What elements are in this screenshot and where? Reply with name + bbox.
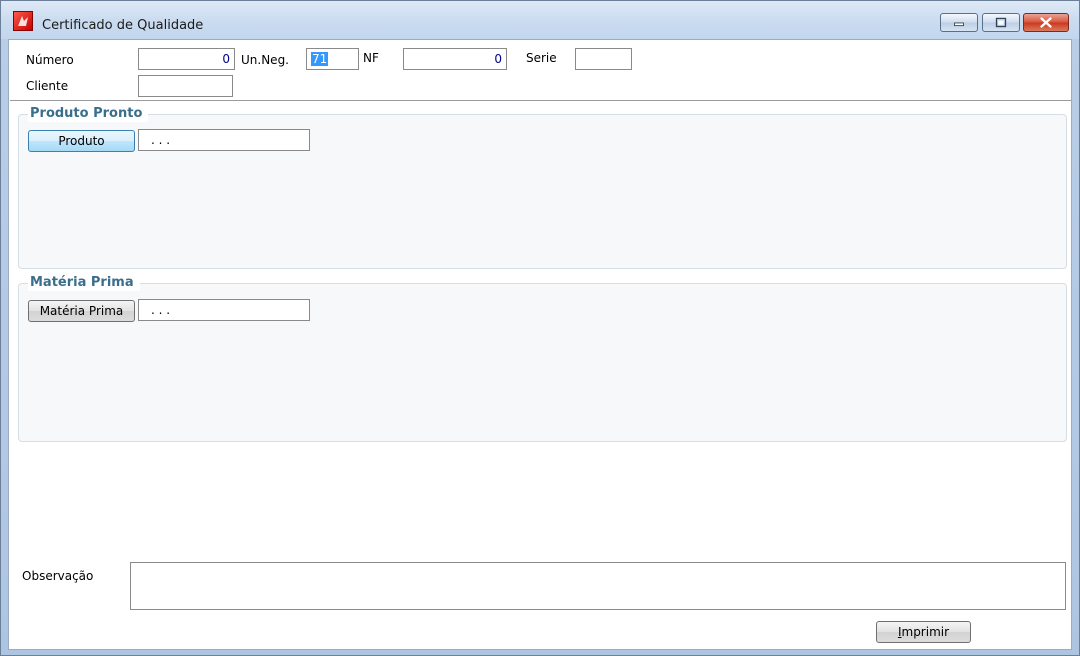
unneg-label: Un.Neg. (241, 53, 289, 67)
produto-field[interactable]: . . . (138, 129, 310, 151)
observacao-label: Observação (22, 569, 94, 583)
materia-prima-title: Matéria Prima (28, 275, 140, 291)
app-icon (13, 11, 33, 31)
serie-label: Serie (526, 51, 557, 65)
title-bar[interactable]: Certificado de Qualidade (1, 1, 1079, 39)
close-button[interactable] (1023, 13, 1069, 32)
produto-button[interactable]: Produto (28, 130, 135, 152)
produto-pronto-title: Produto Pronto (28, 106, 149, 122)
unneg-value: 71 (311, 52, 329, 66)
header-divider (10, 100, 1071, 101)
maximize-icon (995, 17, 1007, 28)
nf-field[interactable]: 0 (403, 48, 507, 70)
materia-prima-field[interactable]: . . . (138, 299, 310, 321)
cliente-label: Cliente (26, 79, 69, 93)
close-icon (1040, 17, 1052, 28)
imprimir-label-rest: mprimir (901, 625, 950, 639)
nf-label: NF (363, 51, 379, 65)
window-title: Certificado de Qualidade (42, 18, 204, 33)
imprimir-button[interactable]: Imprimir (876, 621, 971, 643)
observacao-field[interactable] (130, 562, 1066, 610)
materia-prima-button[interactable]: Matéria Prima (28, 300, 135, 322)
cliente-field[interactable] (138, 75, 233, 97)
maximize-button[interactable] (982, 13, 1020, 32)
numero-label: Número (26, 53, 74, 67)
minimize-button[interactable] (940, 13, 978, 32)
minimize-icon (954, 22, 964, 27)
unneg-field[interactable]: 71 (306, 48, 359, 70)
numero-field[interactable]: 0 (138, 48, 235, 70)
app-window: Certificado de Qualidade Número 0 Un.Neg… (0, 0, 1080, 656)
serie-field[interactable] (575, 48, 632, 70)
